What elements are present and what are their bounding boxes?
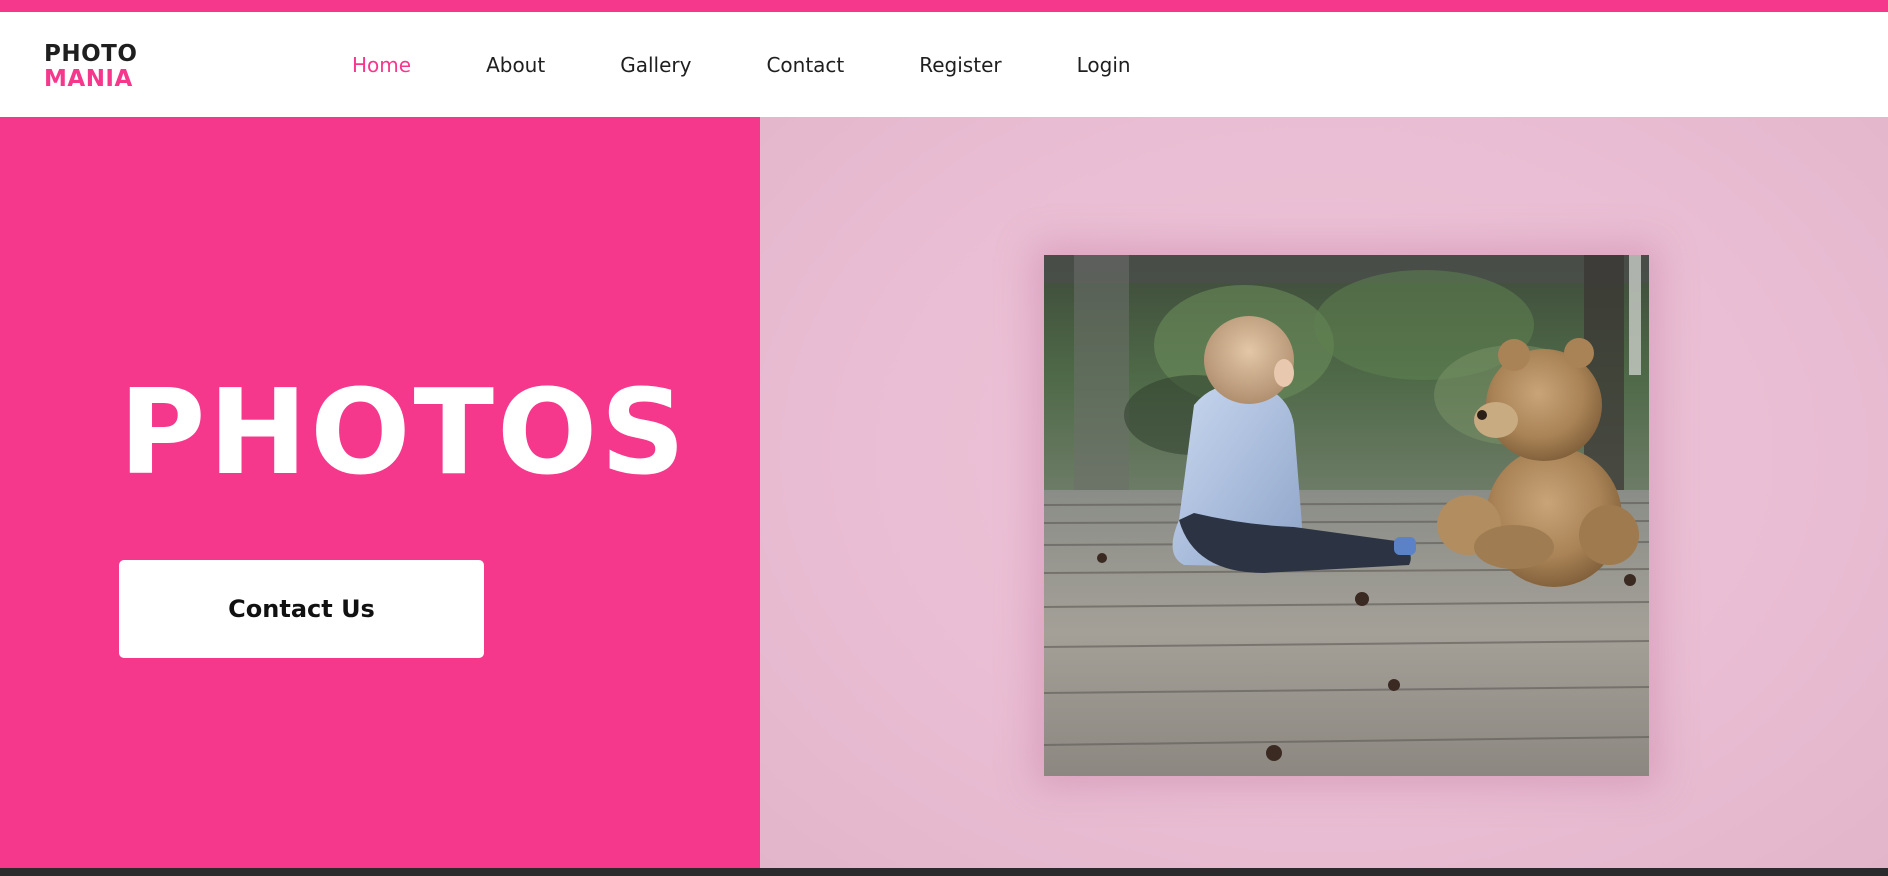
hero-right-panel [760,117,1888,868]
contact-us-button[interactable]: Contact Us [119,560,484,658]
site-logo[interactable]: PHOTO MANIA [44,42,137,92]
hero-photo [1044,255,1649,776]
bottom-bar [0,868,1888,876]
nav-link-register[interactable]: Register [919,53,1001,77]
nav-link-about[interactable]: About [486,53,545,77]
hero-title: PHOTOS [119,363,689,501]
child-with-teddy-bear-photo [1044,255,1649,776]
nav-link-gallery[interactable]: Gallery [620,53,691,77]
nav-link-login[interactable]: Login [1077,53,1131,77]
top-accent-strip [0,0,1888,12]
logo-line-2: MANIA [44,66,133,92]
main-nav: Home About Gallery Contact Register Logi… [352,12,1131,117]
site-header: PHOTO MANIA Home About Gallery Contact R… [0,12,1888,117]
nav-link-contact[interactable]: Contact [766,53,844,77]
nav-link-home[interactable]: Home [352,53,411,77]
hero-left-panel: PHOTOS Contact Us [0,117,760,868]
logo-line-1: PHOTO [44,41,138,67]
